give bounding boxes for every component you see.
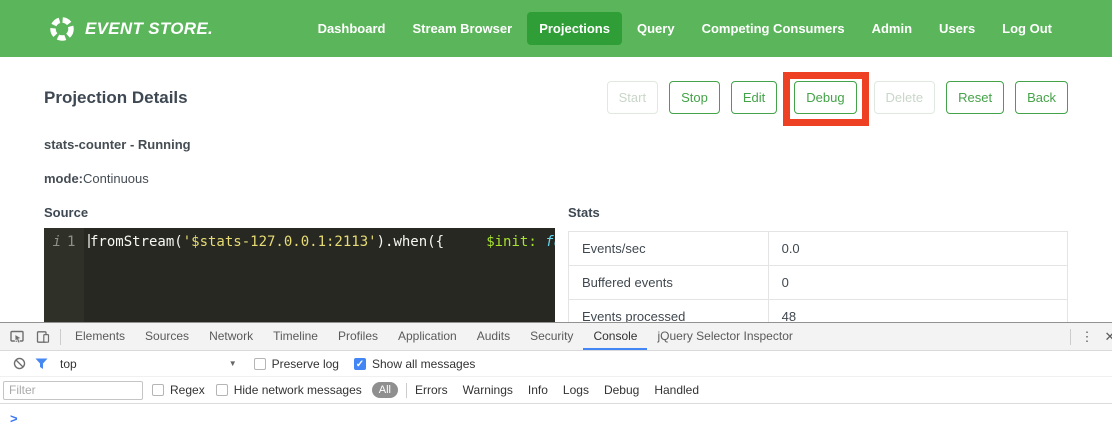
nav-item-users[interactable]: Users <box>927 12 987 45</box>
code-token-keyword: fu <box>537 234 555 250</box>
console-filter-bar: Regex Hide network messages All Errors W… <box>0 377 1112 404</box>
brand-name: EVENT STORE. <box>85 19 213 39</box>
stat-metric: Events/sec <box>569 232 769 266</box>
action-buttons: Start Stop Edit Debug Delete Reset Back <box>607 81 1068 114</box>
tab-console[interactable]: Console <box>583 323 647 350</box>
chevron-down-icon[interactable]: ▼ <box>229 359 237 368</box>
brand-logo[interactable]: EVENT STORE. <box>48 15 213 43</box>
filter-level-debug[interactable]: Debug <box>604 383 639 397</box>
tab-network[interactable]: Network <box>199 323 263 350</box>
preserve-log-option: Preserve log <box>254 357 339 371</box>
hide-network-messages-label: Hide network messages <box>234 383 362 397</box>
filter-level-errors[interactable]: Errors <box>415 383 448 397</box>
show-all-messages-option: ✓ Show all messages <box>354 357 475 371</box>
source-section-label: Source <box>44 205 555 220</box>
debug-button[interactable]: Debug <box>794 81 856 114</box>
tab-security[interactable]: Security <box>520 323 583 350</box>
filter-level-handled[interactable]: Handled <box>654 383 699 397</box>
clear-console-icon[interactable] <box>8 357 30 370</box>
filter-level-warnings[interactable]: Warnings <box>463 383 513 397</box>
page-header: Projection Details Start Stop Edit Debug… <box>44 81 1068 114</box>
edit-button[interactable]: Edit <box>731 81 777 114</box>
devtools-panel: Elements Sources Network Timeline Profil… <box>0 322 1112 440</box>
filter-level-logs[interactable]: Logs <box>563 383 589 397</box>
filter-input[interactable] <box>3 381 143 400</box>
tab-elements[interactable]: Elements <box>65 323 135 350</box>
tab-audits[interactable]: Audits <box>467 323 520 350</box>
console-prompt-chevron: > <box>10 411 18 426</box>
tab-application[interactable]: Application <box>388 323 467 350</box>
code-token: ).when({ <box>377 234 444 250</box>
tab-profiles[interactable]: Profiles <box>328 323 388 350</box>
stat-metric: Buffered events <box>569 266 769 300</box>
nav-item-stream-browser[interactable]: Stream Browser <box>400 12 524 45</box>
nav-item-dashboard[interactable]: Dashboard <box>306 12 398 45</box>
tab-sources[interactable]: Sources <box>135 323 199 350</box>
regex-checkbox[interactable] <box>152 384 164 396</box>
event-store-app: EVENT STORE. Dashboard Stream Browser Pr… <box>0 0 1112 440</box>
projection-mode: mode:Continuous <box>44 171 1068 186</box>
nav-item-log-out[interactable]: Log Out <box>990 12 1064 45</box>
devtools-tabbar: Elements Sources Network Timeline Profil… <box>0 323 1112 351</box>
main-content: Projection Details Start Stop Edit Debug… <box>0 81 1112 344</box>
code-token-property: $init: <box>486 234 537 250</box>
table-row: Buffered events 0 <box>569 266 1068 300</box>
preserve-log-checkbox[interactable] <box>254 358 266 370</box>
nav-item-projections[interactable]: Projections <box>527 12 622 45</box>
regex-option: Regex <box>152 383 205 397</box>
toolbar-divider <box>60 329 61 345</box>
projection-status: stats-counter - Running <box>44 137 1068 152</box>
close-icon[interactable]: ✕ <box>1099 329 1112 345</box>
code-token: fromStream( <box>90 234 183 250</box>
regex-label: Regex <box>170 383 205 397</box>
show-all-messages-checkbox[interactable]: ✓ <box>354 358 366 370</box>
mode-value: Continuous <box>83 171 149 186</box>
code-token <box>444 234 486 250</box>
toolbar-divider <box>1070 329 1071 345</box>
hide-network-messages-option: Hide network messages <box>216 383 362 397</box>
tab-jquery-selector-inspector[interactable]: jQuery Selector Inspector <box>647 323 802 350</box>
inspect-element-icon[interactable] <box>4 323 30 350</box>
kebab-menu-icon[interactable]: ⋮ <box>1075 329 1099 345</box>
console-prompt-area[interactable]: > <box>0 404 1112 426</box>
event-store-logo-icon <box>48 15 76 43</box>
log-level-filters: Errors Warnings Info Logs Debug Handled <box>415 383 699 397</box>
code-token-string: '$stats-127.0.0.1:2113' <box>183 234 377 250</box>
start-button: Start <box>607 81 658 114</box>
nav-item-admin[interactable]: Admin <box>860 12 924 45</box>
hide-network-messages-checkbox[interactable] <box>216 384 228 396</box>
tab-timeline[interactable]: Timeline <box>263 323 328 350</box>
debug-button-wrapper: Debug <box>794 81 856 114</box>
devtools-window-controls: ⋮ ✕ <box>1066 329 1112 345</box>
stat-value: 0 <box>768 266 1067 300</box>
table-row: Events/sec 0.0 <box>569 232 1068 266</box>
main-nav: Dashboard Stream Browser Projections Que… <box>306 12 1064 45</box>
stats-section-label: Stats <box>568 205 1068 220</box>
device-toolbar-icon[interactable] <box>30 323 56 350</box>
stat-value: 0.0 <box>768 232 1067 266</box>
delete-button: Delete <box>874 81 936 114</box>
nav-item-query[interactable]: Query <box>625 12 687 45</box>
execution-context-selector[interactable]: top <box>60 357 77 371</box>
filter-funnel-icon[interactable] <box>30 358 52 370</box>
stop-button[interactable]: Stop <box>669 81 720 114</box>
mode-label: mode: <box>44 171 83 186</box>
console-toolbar: top ▼ Preserve log ✓ Show all messages <box>0 351 1112 377</box>
back-button[interactable]: Back <box>1015 81 1068 114</box>
filter-all-badge[interactable]: All <box>372 382 398 398</box>
show-all-messages-label: Show all messages <box>372 357 475 371</box>
reset-button[interactable]: Reset <box>946 81 1004 114</box>
toolbar-divider <box>406 383 407 398</box>
top-navbar: EVENT STORE. Dashboard Stream Browser Pr… <box>0 0 1112 57</box>
preserve-log-label: Preserve log <box>272 357 339 371</box>
filter-level-info[interactable]: Info <box>528 383 548 397</box>
nav-item-competing-consumers[interactable]: Competing Consumers <box>690 12 857 45</box>
page-title: Projection Details <box>44 88 188 108</box>
